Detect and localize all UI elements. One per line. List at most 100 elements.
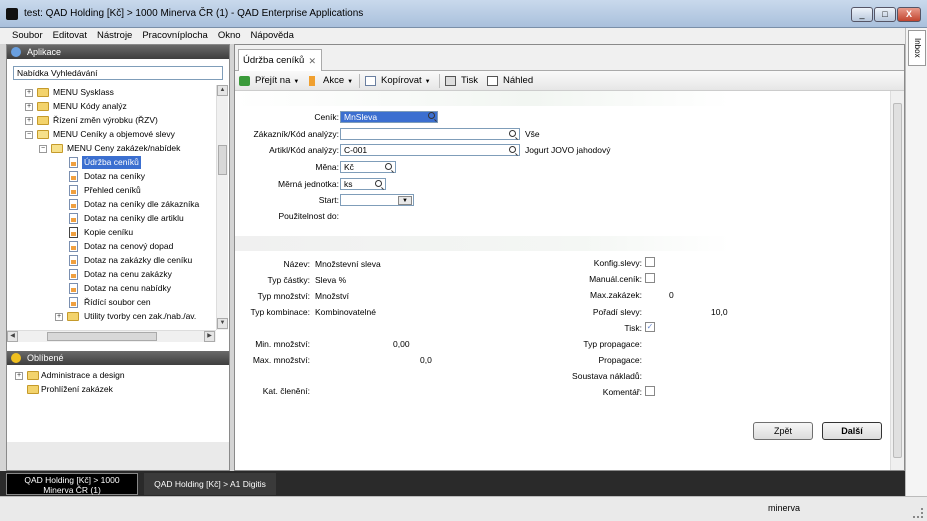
main-vertical-scrollbar[interactable] (890, 91, 904, 470)
menu-editovat[interactable]: Editovat (53, 28, 87, 44)
scroll-thumb[interactable] (218, 145, 227, 175)
search-icon (428, 112, 435, 119)
program-icon (69, 255, 78, 266)
left-pane-footer (7, 442, 229, 470)
print-button[interactable]: Tisk (445, 74, 478, 88)
copy-button[interactable]: Kopírovat ▼ (365, 74, 431, 88)
favorite-item[interactable]: Administrace a design (41, 369, 125, 382)
dropdown-icon[interactable]: ▼ (398, 196, 412, 205)
tree-item[interactable]: Řídící soubor cen (84, 296, 151, 309)
mena-field[interactable]: Kč (340, 161, 396, 173)
zakaznik-field[interactable] (340, 128, 520, 140)
actions-button[interactable]: Akce ▼ (307, 74, 353, 88)
main-pane: Údržba ceníků ✕ Přejít na ▼ Akce ▼ Kopírov… (234, 44, 905, 471)
next-button[interactable]: Další (822, 422, 882, 440)
gear-icon (11, 47, 21, 57)
tree-item-selected[interactable]: Údržba ceníků (82, 156, 141, 169)
lightning-icon (309, 76, 315, 86)
expand-icon[interactable]: + (25, 89, 33, 97)
expand-icon[interactable]: + (25, 117, 33, 125)
mj-label: Měrná jednotka: (278, 179, 339, 189)
search-icon[interactable] (385, 163, 392, 170)
max-label: Max. množství: (252, 355, 310, 365)
menu-okno[interactable]: Okno (218, 28, 241, 44)
tree-item[interactable]: Utility tvorby cen zak./nab./av. (84, 310, 196, 323)
typ-castky-value: Sleva % (315, 275, 347, 285)
window-tab-active[interactable]: QAD Holding [Kč] > 1000 Minerva ČR (1) (6, 473, 138, 495)
tree-item[interactable]: Dotaz na ceníky dle zákazníka (84, 198, 199, 211)
menu-soubor[interactable]: Soubor (12, 28, 43, 44)
komentar-checkbox[interactable] (645, 386, 655, 396)
scroll-down-icon[interactable]: ▼ (217, 318, 228, 329)
tree-item[interactable]: Dotaz na cenu nabídky (84, 282, 171, 295)
menu-napoveda[interactable]: Nápověda (251, 28, 294, 44)
tree-item[interactable]: Dotaz na ceníky (84, 170, 145, 183)
tree-horizontal-scrollbar[interactable]: ◀ ▶ (7, 330, 216, 342)
program-icon (69, 241, 78, 252)
folder-open-icon (51, 144, 63, 153)
close-button[interactable]: X (897, 7, 921, 22)
folder-icon (37, 116, 49, 125)
start-date-field[interactable]: ▼ (340, 194, 414, 206)
apps-header[interactable]: Aplikace (7, 45, 229, 59)
window-title: test: QAD Holding [Kč] > 1000 Minerva ČR… (24, 8, 364, 19)
resize-grip-icon[interactable] (913, 508, 923, 518)
favorites-header[interactable]: Oblíbené (7, 351, 229, 365)
konfig-label: Konfig.slevy: (593, 258, 642, 268)
tree-item[interactable]: MENU Kódy analýz (53, 100, 127, 113)
search-icon[interactable] (509, 146, 516, 153)
favorite-item[interactable]: Prohlížení zakázek (41, 383, 113, 396)
inbox-tab[interactable]: Inbox (908, 30, 926, 66)
window-tab[interactable]: QAD Holding [Kč] > A1 Digitis (144, 473, 276, 495)
form-header-band (235, 91, 730, 106)
tree-item[interactable]: Kopie ceníku (84, 226, 133, 239)
expand-icon[interactable]: + (25, 103, 33, 111)
maximize-button[interactable]: □ (874, 7, 896, 22)
tree-item[interactable]: Řízení změn výrobku (ŘZV) (53, 114, 158, 127)
manual-checkbox[interactable] (645, 273, 655, 283)
tisk-checkbox[interactable]: ✓ (645, 322, 655, 332)
typ-kombinace-value: Kombinovatelné (315, 307, 376, 317)
mj-field[interactable]: ks (340, 178, 386, 190)
scroll-thumb[interactable] (893, 103, 902, 458)
nazev-value: Množstevní sleva (315, 259, 381, 269)
collapse-icon[interactable]: − (25, 131, 33, 139)
tree-item[interactable]: MENU Ceníky a objemové slevy (53, 128, 175, 141)
tree-vertical-scrollbar[interactable]: ▲ ▼ (216, 85, 228, 330)
tab-strip: Údržba ceníků ✕ (235, 45, 904, 71)
search-icon[interactable] (375, 180, 382, 187)
tab-udrzba-ceniku[interactable]: Údržba ceníků ✕ (238, 49, 322, 71)
folder-icon (67, 312, 79, 321)
tree-item[interactable]: MENU Sysklass (53, 86, 114, 99)
tree-item[interactable]: Dotaz na ceníky dle artiklu (84, 212, 184, 225)
scroll-right-icon[interactable]: ▶ (204, 331, 215, 342)
konfig-checkbox[interactable] (645, 257, 655, 267)
back-button[interactable]: Zpět (753, 422, 813, 440)
menu-nastroje[interactable]: Nástroje (97, 28, 132, 44)
cenik-lookup[interactable] (419, 111, 438, 123)
min-label: Min. množství: (255, 339, 310, 349)
goto-button[interactable]: Přejít na ▼ (239, 74, 299, 88)
tree-item[interactable]: Přehled ceníků (84, 184, 141, 197)
tree-item[interactable]: Dotaz na cenu zakázky (84, 268, 172, 281)
scroll-left-icon[interactable]: ◀ (7, 331, 18, 342)
scroll-up-icon[interactable]: ▲ (217, 85, 228, 96)
expand-icon[interactable]: + (15, 372, 23, 380)
tab-label: Údržba ceníků (243, 55, 305, 66)
preview-button[interactable]: Náhled (487, 74, 533, 88)
tree-item[interactable]: MENU Ceny zakázek/nabídek (67, 142, 180, 155)
expand-icon[interactable]: + (55, 313, 63, 321)
tree-item[interactable]: Dotaz na cenový dopad (84, 240, 173, 253)
scroll-thumb[interactable] (47, 332, 157, 341)
program-icon (69, 269, 78, 280)
artikl-field[interactable]: C-001 (340, 144, 520, 156)
menu-search-input[interactable]: Nabídka Vyhledávání (13, 66, 223, 80)
status-bar: minerva (0, 496, 927, 521)
menu-pracovni-plocha[interactable]: Pracovníplocha (142, 28, 207, 44)
minimize-button[interactable]: _ (851, 7, 873, 22)
close-tab-icon[interactable]: ✕ (308, 50, 316, 72)
tree-item[interactable]: Dotaz na zakázky dle ceníku (84, 254, 192, 267)
search-icon[interactable] (509, 130, 516, 137)
inbox-panel: Inbox (905, 28, 927, 496)
collapse-icon[interactable]: − (39, 145, 47, 153)
